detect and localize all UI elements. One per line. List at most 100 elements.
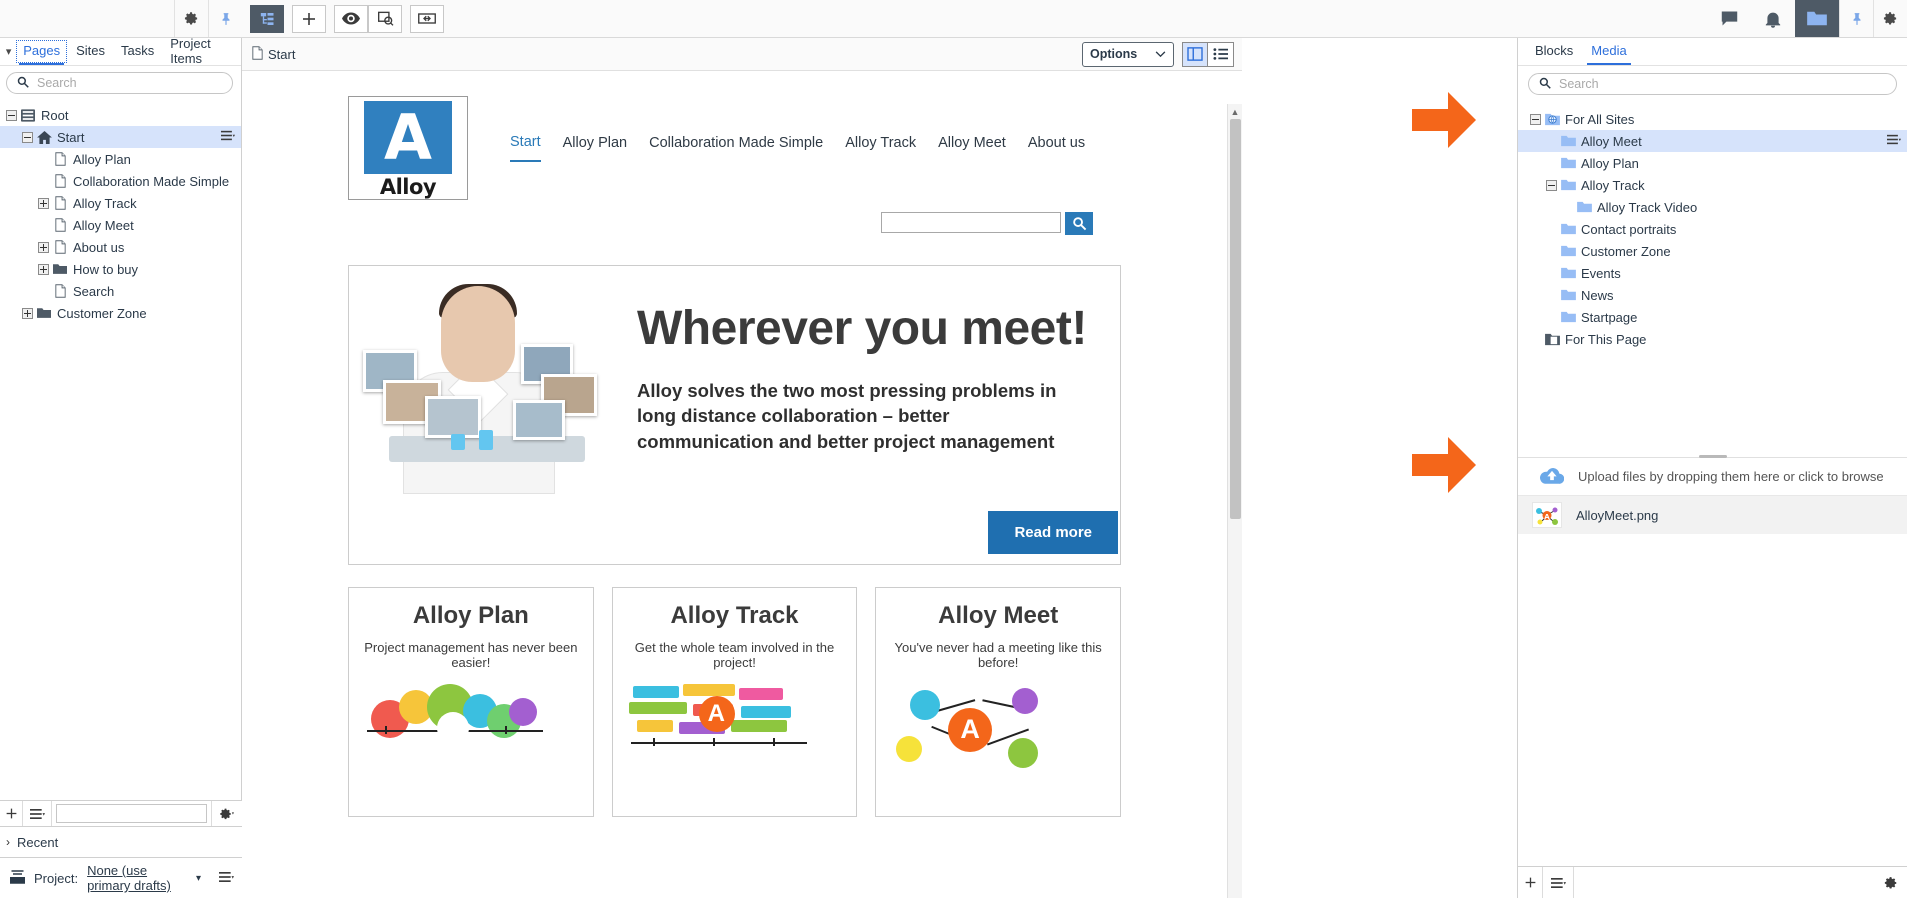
tab-project-items[interactable]: Project Items bbox=[162, 32, 241, 72]
collapse-icon[interactable] bbox=[6, 109, 17, 121]
panel-resizer[interactable] bbox=[1518, 455, 1907, 458]
tree-item-alloy-meet[interactable]: Alloy Meet bbox=[0, 214, 241, 236]
tree-item-about-us[interactable]: About us bbox=[0, 236, 241, 258]
pages-filter-field[interactable] bbox=[56, 804, 207, 823]
scroll-up-icon[interactable]: ▲ bbox=[1228, 104, 1242, 119]
feature-cards: Alloy Plan Project management has never … bbox=[348, 587, 1122, 817]
tree-item-alloy-track[interactable]: Alloy Track bbox=[1518, 174, 1907, 196]
tree-item-news[interactable]: News bbox=[1518, 284, 1907, 306]
tree-item-label: Contact portraits bbox=[1581, 221, 1677, 237]
notifications-icon[interactable] bbox=[1751, 0, 1795, 37]
settings-icon[interactable] bbox=[1873, 0, 1907, 37]
add-media-button[interactable] bbox=[1518, 867, 1542, 898]
row-menu-button[interactable] bbox=[1887, 134, 1901, 148]
collapse-icon[interactable] bbox=[1546, 179, 1557, 191]
media-file-item[interactable]: A AlloyMeet.png bbox=[1518, 496, 1907, 534]
tree-item-alloy-plan[interactable]: Alloy Plan bbox=[1518, 152, 1907, 174]
chevron-down-icon[interactable]: ▾ bbox=[2, 45, 15, 58]
row-menu-button[interactable] bbox=[221, 130, 235, 144]
project-dropdown-caret[interactable]: ▾ bbox=[196, 873, 201, 884]
site-preview: A Alloy Start Alloy Plan Collaboration M… bbox=[242, 71, 1242, 898]
media-search-box[interactable] bbox=[1528, 73, 1897, 95]
folder-icon bbox=[1560, 155, 1576, 171]
collapse-icon[interactable] bbox=[22, 131, 33, 143]
compare-button[interactable] bbox=[368, 4, 402, 33]
preview-button[interactable] bbox=[334, 4, 368, 33]
nav-item-about-us[interactable]: About us bbox=[1028, 135, 1085, 161]
tree-item-alloy-meet[interactable]: Alloy Meet bbox=[1518, 130, 1907, 152]
expand-icon[interactable] bbox=[38, 263, 49, 275]
tab-media[interactable]: Media bbox=[1582, 39, 1635, 65]
svg-text:A: A bbox=[1544, 513, 1550, 521]
collapse-icon[interactable] bbox=[1530, 113, 1541, 125]
nav-item-alloy-plan[interactable]: Alloy Plan bbox=[563, 135, 627, 161]
tree-item-alloy-track[interactable]: Alloy Track bbox=[0, 192, 241, 214]
tree-item-collaboration-made-simple[interactable]: Collaboration Made Simple bbox=[0, 170, 241, 192]
project-menu-button[interactable] bbox=[219, 871, 234, 886]
tree-item-contact-portraits[interactable]: Contact portraits bbox=[1518, 218, 1907, 240]
toolbar-divider-2 bbox=[51, 801, 52, 826]
expand-icon[interactable] bbox=[38, 197, 49, 209]
recent-section[interactable]: › Recent bbox=[0, 827, 242, 858]
nav-item-collaboration-made-simple[interactable]: Collaboration Made Simple bbox=[649, 135, 823, 161]
preview-scrollbar[interactable]: ▲ ▼ bbox=[1227, 104, 1242, 898]
tab-blocks[interactable]: Blocks bbox=[1526, 39, 1582, 64]
pages-search-input[interactable] bbox=[35, 75, 222, 91]
tree-item-customer-zone[interactable]: Customer Zone bbox=[0, 302, 241, 324]
tree-item-root[interactable]: Root bbox=[0, 104, 241, 126]
scrollbar-thumb[interactable] bbox=[1230, 119, 1241, 519]
tree-item-for-this-page[interactable]: For This Page bbox=[1518, 328, 1907, 350]
site-logo[interactable]: A Alloy bbox=[348, 96, 468, 200]
structure-view-button[interactable] bbox=[250, 4, 284, 33]
assets-folder-icon[interactable] bbox=[1795, 0, 1839, 37]
media-search-input[interactable] bbox=[1557, 76, 1886, 92]
card-title: Alloy Plan bbox=[412, 602, 529, 629]
media-settings-button[interactable] bbox=[1874, 867, 1907, 898]
pages-menu-button[interactable] bbox=[23, 801, 51, 826]
media-menu-button[interactable] bbox=[1543, 867, 1573, 898]
pages-search-box[interactable] bbox=[6, 72, 233, 94]
expander-placeholder bbox=[1546, 312, 1557, 323]
card-alloy-plan[interactable]: Alloy Plan Project management has never … bbox=[348, 587, 594, 817]
expander-placeholder bbox=[1562, 202, 1573, 213]
nav-item-alloy-track[interactable]: Alloy Track bbox=[845, 135, 916, 161]
tree-item-alloy-track-video[interactable]: Alloy Track Video bbox=[1518, 196, 1907, 218]
card-art-track: A bbox=[623, 684, 847, 774]
tab-pages[interactable]: Pages bbox=[15, 39, 68, 65]
tree-item-customer-zone[interactable]: Customer Zone bbox=[1518, 240, 1907, 262]
list-view-button[interactable] bbox=[1208, 41, 1234, 67]
pages-filter-input[interactable] bbox=[57, 805, 206, 822]
tree-item-startpage[interactable]: Startpage bbox=[1518, 306, 1907, 328]
upload-dropzone[interactable]: Upload files by dropping them here or cl… bbox=[1518, 458, 1907, 496]
tree-item-for-all-sites[interactable]: For All Sites bbox=[1518, 108, 1907, 130]
pages-settings-button[interactable] bbox=[212, 801, 242, 826]
comments-icon[interactable] bbox=[1707, 0, 1751, 37]
expand-icon[interactable] bbox=[38, 241, 49, 253]
tree-item-how-to-buy[interactable]: How to buy bbox=[0, 258, 241, 280]
tree-item-label: How to buy bbox=[73, 261, 139, 277]
options-button[interactable]: Options bbox=[1082, 41, 1174, 67]
expand-icon[interactable] bbox=[22, 307, 33, 319]
split-view-button[interactable] bbox=[1182, 41, 1208, 67]
site-search-button[interactable] bbox=[1065, 212, 1093, 235]
hero-subheading: Alloy solves the two most pressing probl… bbox=[637, 379, 1057, 452]
read-more-button[interactable]: Read more bbox=[988, 511, 1118, 554]
site-search-input[interactable] bbox=[881, 212, 1061, 233]
tab-tasks[interactable]: Tasks bbox=[113, 39, 162, 64]
nav-item-alloy-meet[interactable]: Alloy Meet bbox=[938, 135, 1006, 161]
tree-item-label: Search bbox=[73, 283, 115, 299]
card-alloy-meet[interactable]: Alloy Meet You've never had a meeting li… bbox=[875, 587, 1122, 817]
tree-item-events[interactable]: Events bbox=[1518, 262, 1907, 284]
pin-icon[interactable] bbox=[1839, 0, 1873, 37]
nav-item-start[interactable]: Start bbox=[510, 134, 541, 162]
add-page-button[interactable] bbox=[0, 801, 22, 826]
toggle-panels-button[interactable] bbox=[410, 4, 444, 33]
project-value[interactable]: None (use primary drafts) bbox=[87, 863, 187, 893]
tree-item-search[interactable]: Search bbox=[0, 280, 241, 302]
add-button[interactable] bbox=[292, 4, 326, 33]
tree-item-label: Root bbox=[41, 107, 69, 123]
tab-sites[interactable]: Sites bbox=[68, 39, 113, 64]
tree-item-alloy-plan[interactable]: Alloy Plan bbox=[0, 148, 241, 170]
tree-item-start[interactable]: Start bbox=[0, 126, 241, 148]
card-alloy-track[interactable]: Alloy Track Get the whole team involved … bbox=[611, 587, 858, 817]
